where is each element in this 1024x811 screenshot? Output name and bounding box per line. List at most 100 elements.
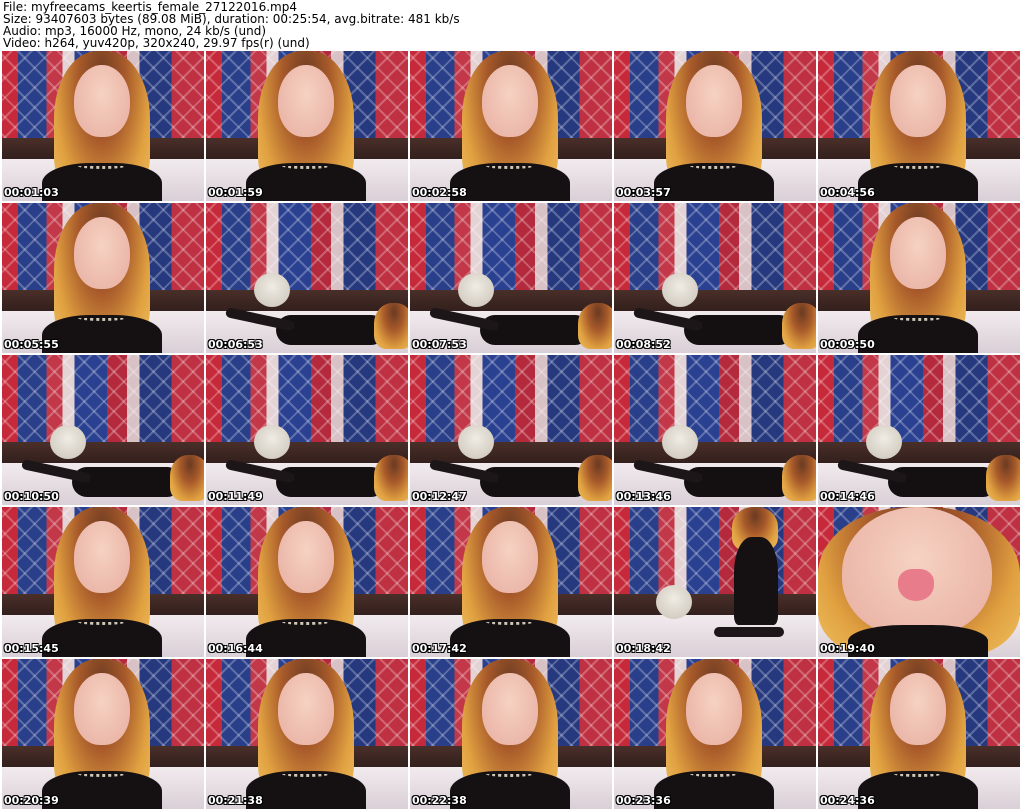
person-hair [170, 455, 204, 501]
thumbnail-timestamp: 00:05:55 [4, 338, 59, 351]
teddy-bear [656, 585, 692, 619]
video-thumbnail[interactable]: 00:21:38 [206, 659, 408, 809]
video-thumbnail[interactable]: 00:10:50 [2, 355, 204, 505]
thumbnail-timestamp: 00:07:53 [412, 338, 467, 351]
video-thumbnail[interactable]: 00:01:59 [206, 51, 408, 201]
teddy-bear [50, 425, 86, 459]
person-hair [578, 303, 612, 349]
thumbnail-timestamp: 00:10:50 [4, 490, 59, 503]
video-thumbnail[interactable]: 00:05:55 [2, 203, 204, 353]
necklace [282, 163, 330, 169]
person-hair [374, 455, 408, 501]
wallpaper-background [614, 203, 816, 296]
thumbnail-grid: 00:01:03 00:01:59 00:02:58 00:03:57 00:04:56… [2, 51, 1023, 810]
thumbnail-timestamp: 00:23:36 [616, 794, 671, 807]
person-face [890, 673, 946, 745]
necklace [486, 771, 534, 777]
necklace [78, 619, 126, 625]
video-thumbnail[interactable]: 00:07:53 [410, 203, 612, 353]
video-thumbnail[interactable]: 00:11:49 [206, 355, 408, 505]
thumbnail-timestamp: 00:18:42 [616, 642, 671, 655]
video-thumbnail[interactable]: 00:15:45 [2, 507, 204, 657]
person-hair [374, 303, 408, 349]
person-dress [734, 537, 778, 625]
video-thumbnail[interactable]: 00:02:58 [410, 51, 612, 201]
thumbnail-timestamp: 00:02:58 [412, 186, 467, 199]
necklace [282, 619, 330, 625]
video-thumbnail[interactable]: 00:24:36 [818, 659, 1020, 809]
necklace [690, 163, 738, 169]
person-lying [480, 315, 590, 345]
video-thumbnail[interactable]: 00:06:53 [206, 203, 408, 353]
person-legs [714, 627, 784, 637]
thumbnail-timestamp: 00:06:53 [208, 338, 263, 351]
wallpaper-background [410, 355, 612, 448]
person-face [482, 673, 538, 745]
wallpaper-background [410, 203, 612, 296]
person-face [278, 521, 334, 593]
teddy-bear [458, 273, 494, 307]
person-face [482, 65, 538, 137]
thumbnail-timestamp: 00:03:57 [616, 186, 671, 199]
necklace [282, 771, 330, 777]
tongue [898, 569, 934, 601]
person-face [74, 521, 130, 593]
video-thumbnail[interactable]: 00:12:47 [410, 355, 612, 505]
video-thumbnail[interactable]: 00:13:46 [614, 355, 816, 505]
video-thumbnail[interactable]: 00:08:52 [614, 203, 816, 353]
necklace [486, 163, 534, 169]
person-lying [684, 315, 794, 345]
video-thumbnail[interactable]: 00:18:42 [614, 507, 816, 657]
teddy-bear [254, 273, 290, 307]
thumbnail-timestamp: 00:14:46 [820, 490, 875, 503]
thumbnail-timestamp: 00:21:38 [208, 794, 263, 807]
teddy-bear [662, 273, 698, 307]
thumbnail-timestamp: 00:13:46 [616, 490, 671, 503]
thumbnail-timestamp: 00:08:52 [616, 338, 671, 351]
person-lying [684, 467, 794, 497]
person-face [686, 673, 742, 745]
person-hair [782, 455, 816, 501]
wallpaper-background [206, 355, 408, 448]
person-hair [782, 303, 816, 349]
person-lying [276, 315, 386, 345]
thumbnail-timestamp: 00:22:38 [412, 794, 467, 807]
video-thumbnail[interactable]: 00:22:38 [410, 659, 612, 809]
necklace [78, 315, 126, 321]
video-thumbnail[interactable]: 00:20:39 [2, 659, 204, 809]
thumbnail-timestamp: 00:04:56 [820, 186, 875, 199]
video-thumbnail[interactable]: 00:19:40 [818, 507, 1020, 657]
thumbnail-timestamp: 00:09:50 [820, 338, 875, 351]
necklace [690, 771, 738, 777]
video-thumbnail[interactable]: 00:01:03 [2, 51, 204, 201]
wallpaper-background [206, 203, 408, 296]
thumbnail-timestamp: 00:24:36 [820, 794, 875, 807]
person-face [482, 521, 538, 593]
teddy-bear [254, 425, 290, 459]
necklace [894, 315, 942, 321]
person-face [890, 65, 946, 137]
video-thumbnail[interactable]: 00:09:50 [818, 203, 1020, 353]
teddy-bear [662, 425, 698, 459]
necklace [78, 771, 126, 777]
video-thumbnail[interactable]: 00:17:42 [410, 507, 612, 657]
video-info-line: Video: h264, yuv420p, 320x240, 29.97 fps… [3, 36, 310, 50]
person-face [278, 65, 334, 137]
video-thumbnail[interactable]: 00:04:56 [818, 51, 1020, 201]
thumbnail-timestamp: 00:11:49 [208, 490, 263, 503]
video-thumbnail[interactable]: 00:14:46 [818, 355, 1020, 505]
person-hair [986, 455, 1020, 501]
video-thumbnail[interactable]: 00:23:36 [614, 659, 816, 809]
video-thumbnail[interactable]: 00:03:57 [614, 51, 816, 201]
video-thumbnail[interactable]: 00:16:44 [206, 507, 408, 657]
person-face [74, 673, 130, 745]
person-lying [888, 467, 998, 497]
thumbnail-timestamp: 00:20:39 [4, 794, 59, 807]
wallpaper-background [818, 355, 1020, 448]
thumbnail-timestamp: 00:15:45 [4, 642, 59, 655]
thumbnail-timestamp: 00:01:59 [208, 186, 263, 199]
person-lying [72, 467, 182, 497]
person-face [74, 65, 130, 137]
thumbnail-timestamp: 00:12:47 [412, 490, 467, 503]
thumbnail-timestamp: 00:17:42 [412, 642, 467, 655]
